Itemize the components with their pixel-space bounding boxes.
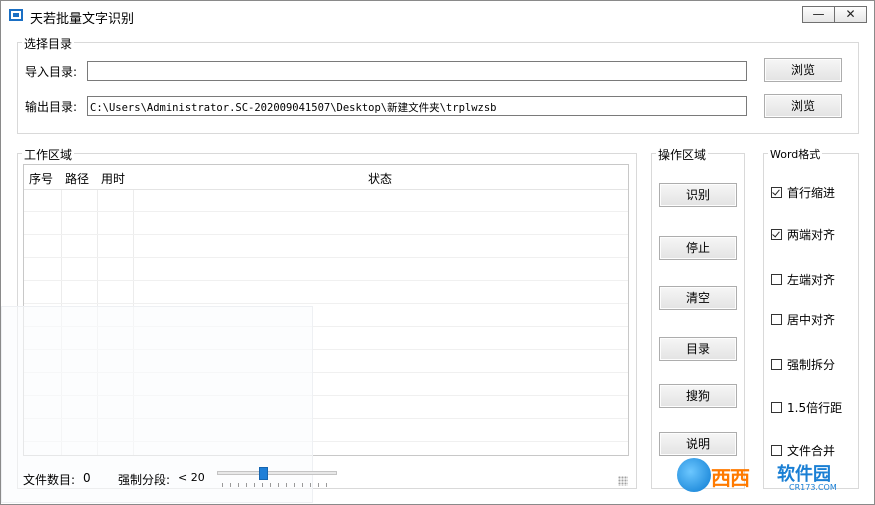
row-divider [24,257,628,258]
checkbox-icon[interactable] [771,359,782,370]
option-label: 强制拆分 [787,358,836,372]
option-left-align[interactable]: 左端对齐 [771,271,835,288]
option-label: 首行缩进 [787,186,836,200]
stop-button[interactable]: 停止 [659,236,737,260]
file-count-label: 文件数目: [23,473,76,487]
minimize-button[interactable]: — [802,6,835,23]
checkbox-icon[interactable] [771,402,782,413]
output-dir-input[interactable]: C:\Users\Administrator.SC-202009041507\D… [87,96,747,116]
recognize-button[interactable]: 识别 [659,183,737,207]
option-force-split[interactable]: 强制拆分 [771,356,835,373]
segment-value: < 20 [178,471,205,484]
import-dir-input[interactable] [87,61,747,81]
checkbox-checked-icon[interactable] [771,229,782,240]
option-line-spacing-1-5[interactable]: 1.5倍行距 [771,399,842,416]
watermark-logo-icon [677,458,711,492]
row-divider [24,303,628,304]
segment-label: 强制分段: [118,473,171,487]
option-label: 1.5倍行距 [787,401,843,415]
close-button[interactable]: ✕ [834,6,867,23]
window-title: 天若批量文字识别 [30,12,135,27]
column-header-index[interactable]: 序号 [29,170,53,187]
checkbox-checked-icon[interactable] [771,187,782,198]
import-dir-label: 导入目录: [25,65,78,79]
resize-grip[interactable] [618,476,628,486]
checkbox-icon[interactable] [771,445,782,456]
option-justify[interactable]: 两端对齐 [771,226,835,243]
checkbox-icon[interactable] [771,314,782,325]
column-header-path[interactable]: 路径 [65,170,89,187]
column-header-time[interactable]: 用时 [101,170,125,187]
option-label: 左端对齐 [787,273,836,287]
clear-button[interactable]: 清空 [659,286,737,310]
select-dir-group [17,42,859,134]
ops-legend: 操作区域 [656,146,709,163]
row-divider [24,211,628,212]
option-center-align[interactable]: 居中对齐 [771,311,835,328]
watermark-domain: CR173.COM [789,483,837,492]
app-icon [9,9,23,21]
work-area-legend: 工作区域 [22,146,75,163]
segment-slider-thumb[interactable] [259,467,269,480]
site-watermark: 西西 软件园 CR173.COM [677,456,857,496]
column-header-status[interactable]: 状态 [368,170,392,187]
main-window: 天若批量文字识别 — ✕ 选择目录 导入目录: 浏览 输出目录: C:\User… [0,0,875,505]
row-divider [24,280,628,281]
title-bar[interactable]: 天若批量文字识别 — ✕ [1,1,874,31]
output-dir-label: 输出目录: [25,100,78,114]
option-label: 居中对齐 [787,313,836,327]
segment-slider-track[interactable] [217,471,337,475]
segment-slider-ticks [222,483,334,487]
word-format-legend: Word格式 [768,146,823,162]
directory-button[interactable]: 目录 [659,337,737,361]
help-button[interactable]: 说明 [659,432,737,456]
row-divider [24,234,628,235]
checkbox-icon[interactable] [771,274,782,285]
option-label: 两端对齐 [787,228,836,242]
sogou-button[interactable]: 搜狗 [659,384,737,408]
table-header: 序号 路径 用时 状态 [24,165,628,190]
select-dir-legend: 选择目录 [22,35,75,52]
watermark-brand: 西西 [711,466,750,490]
file-count-value: 0 [83,471,91,485]
import-browse-button[interactable]: 浏览 [764,58,842,82]
output-browse-button[interactable]: 浏览 [764,94,842,118]
option-first-line-indent[interactable]: 首行缩进 [771,184,835,201]
